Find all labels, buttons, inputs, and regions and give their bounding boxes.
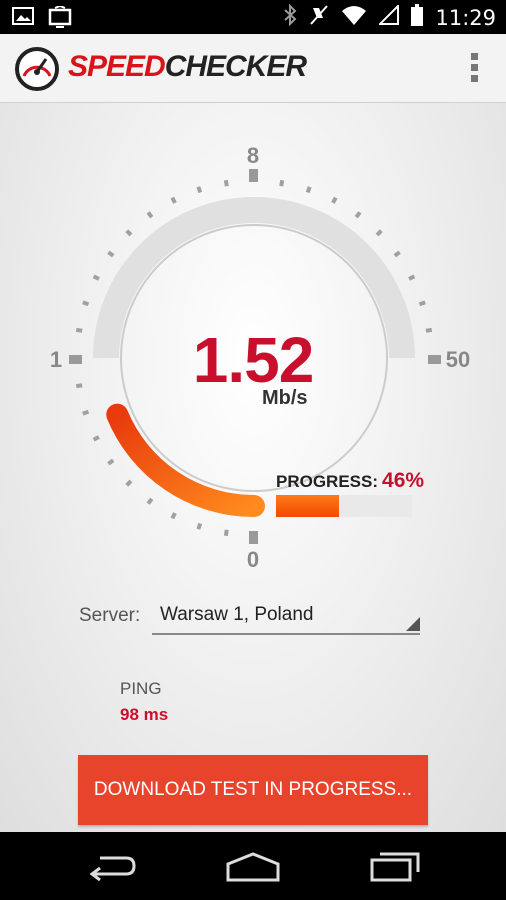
cast-icon (48, 5, 72, 33)
app-bar: SPEEDCHECKER (0, 34, 506, 103)
minor-tick (196, 186, 203, 194)
progress-bar (276, 495, 412, 517)
main-content: 8 1 50 0 1.52 Mb/s PROGRESS: 46% Server: … (0, 103, 506, 832)
minor-tick (146, 497, 154, 505)
minor-tick (170, 196, 177, 204)
home-icon[interactable] (226, 850, 280, 887)
minor-tick (196, 522, 203, 530)
minor-tick (331, 196, 338, 204)
dropdown-arrow-icon (406, 617, 420, 631)
progress-label: PROGRESS: 46% (276, 469, 424, 493)
progress-value: 46% (382, 469, 425, 492)
app-logo: SPEEDCHECKER (68, 50, 307, 84)
minor-tick (408, 274, 416, 281)
minor-tick (393, 250, 401, 258)
speed-unit: Mb/s (262, 387, 308, 409)
server-label: Server: (79, 605, 141, 626)
tick-right (428, 355, 441, 364)
minor-tick (418, 300, 426, 307)
minor-tick (375, 229, 383, 237)
mute-icon (309, 4, 329, 31)
logo-checker-text: CHECKER (164, 50, 307, 83)
minor-tick (223, 179, 229, 187)
navigation-bar (0, 832, 506, 900)
speed-arc (106, 403, 265, 517)
minor-tick (279, 179, 285, 187)
tick-label-right: 50 (446, 347, 470, 372)
recents-icon[interactable] (370, 850, 420, 887)
speed-value: 1.52 (192, 324, 315, 396)
speedometer-logo-icon (14, 46, 60, 97)
ping-value: 98 ms (120, 705, 169, 724)
wifi-icon (341, 5, 367, 30)
minor-tick (92, 274, 100, 281)
battery-icon (411, 4, 424, 31)
minor-tick (425, 327, 433, 333)
minor-tick (305, 186, 312, 194)
progress-label-text: PROGRESS: (276, 472, 379, 491)
server-dropdown[interactable]: Warsaw 1, Poland (152, 599, 420, 635)
status-bar: 11:29 (0, 0, 506, 34)
progress-bar-fill (276, 495, 339, 517)
minor-tick (125, 229, 133, 237)
clock: 11:29 (435, 5, 496, 30)
minor-tick (75, 383, 83, 389)
tick-label-top: 8 (247, 143, 259, 168)
minor-tick (75, 327, 83, 333)
download-test-button[interactable]: DOWNLOAD TEST IN PROGRESS... (78, 755, 428, 825)
minor-tick (107, 458, 115, 466)
tick-left (69, 355, 82, 364)
tick-label-left: 1 (50, 347, 62, 372)
logo-speed-text: SPEED (68, 50, 166, 83)
minor-tick (170, 512, 177, 520)
minor-tick (223, 529, 229, 537)
minor-tick (92, 435, 100, 442)
tick-label-bottom: 0 (247, 547, 259, 572)
minor-tick (125, 479, 133, 487)
signal-icon (378, 3, 400, 30)
minor-tick (82, 409, 90, 416)
minor-tick (107, 250, 115, 258)
tick-top (249, 169, 258, 182)
ping-label: PING (120, 679, 162, 698)
overflow-menu-icon[interactable] (464, 50, 484, 86)
image-icon (12, 6, 34, 33)
tick-bottom (249, 531, 258, 544)
minor-tick (82, 300, 90, 307)
bluetooth-icon (283, 3, 297, 31)
minor-tick (354, 211, 362, 219)
minor-tick (146, 211, 154, 219)
back-icon[interactable] (88, 850, 138, 887)
server-selected-value: Warsaw 1, Poland (160, 604, 314, 625)
